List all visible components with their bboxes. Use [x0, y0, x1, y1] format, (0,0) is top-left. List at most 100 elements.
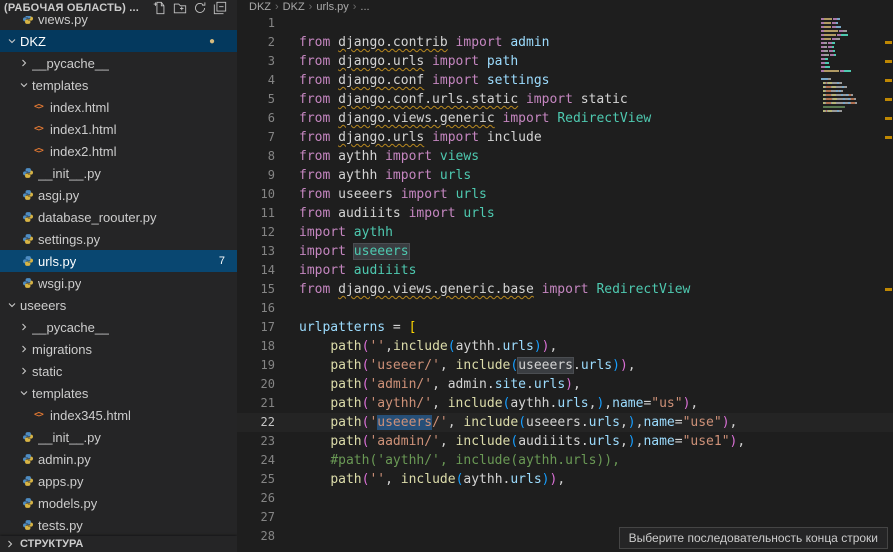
code-line-4[interactable]: 4from django.conf import settings	[237, 71, 893, 90]
tree-item-settings-py[interactable]: settings.py	[0, 228, 237, 250]
warning-mark	[885, 41, 892, 44]
collapse-all-icon[interactable]	[213, 1, 227, 15]
line-content: path('',include(aythh.urls)),	[275, 337, 557, 356]
code-line-21[interactable]: 21 path('aythh/', include(aythh.urls,),n…	[237, 394, 893, 413]
breadcrumb-item[interactable]: DKZ	[249, 1, 271, 13]
line-content: from django.views.generic import Redirec…	[275, 109, 651, 128]
chevron-right-icon	[18, 365, 32, 377]
tree-item-label: __init__.py	[38, 430, 101, 445]
tree-item-urls-py[interactable]: urls.py7	[0, 250, 237, 272]
code-line-10[interactable]: 10from useeers import urls	[237, 185, 893, 204]
tree-item-static[interactable]: static	[0, 360, 237, 382]
code-line-11[interactable]: 11from audiiits import urls	[237, 204, 893, 223]
code-line-1[interactable]: 1	[237, 14, 893, 33]
refresh-icon[interactable]	[193, 1, 207, 15]
tree-item-label: apps.py	[38, 474, 84, 489]
tree-item-label: asgi.py	[38, 188, 79, 203]
tree-item-wsgi-py[interactable]: wsgi.py	[0, 272, 237, 294]
breadcrumb-separator: ›	[353, 1, 357, 13]
vscode-window: (РАБОЧАЯ ОБЛАСТЬ) ... views.pyDKZ●__pyca…	[0, 0, 893, 552]
chevron-right-icon	[18, 57, 32, 69]
new-folder-icon[interactable]	[173, 1, 187, 15]
tree-item--init-py[interactable]: __init__.py	[0, 426, 237, 448]
tree-item-label: settings.py	[38, 232, 100, 247]
line-number: 17	[237, 318, 275, 337]
line-content	[275, 527, 299, 546]
breadcrumb-item[interactable]: ...	[360, 1, 369, 13]
line-number: 27	[237, 508, 275, 527]
chevron-down-icon	[6, 299, 20, 311]
tree-item-index-html[interactable]: <>index.html	[0, 96, 237, 118]
code-line-15[interactable]: 15from django.views.generic.base import …	[237, 280, 893, 299]
code-line-26[interactable]: 26	[237, 489, 893, 508]
minimap[interactable]	[821, 14, 879, 126]
html-file-icon: <>	[34, 102, 50, 112]
code-line-2[interactable]: 2from django.contrib import admin	[237, 33, 893, 52]
line-number: 26	[237, 489, 275, 508]
line-content: from django.conf import settings	[275, 71, 549, 90]
line-content: path('useeer/', include(useeers.urls)),	[275, 356, 636, 375]
tree-item-templates[interactable]: templates	[0, 382, 237, 404]
code-line-20[interactable]: 20 path('admin/', admin.site.urls),	[237, 375, 893, 394]
tree-item-index2-html[interactable]: <>index2.html	[0, 140, 237, 162]
warning-mark	[885, 117, 892, 120]
code-line-27[interactable]: 27	[237, 508, 893, 527]
line-content: import audiiits	[275, 261, 416, 280]
tree-item--init-py[interactable]: __init__.py	[0, 162, 237, 184]
code-line-25[interactable]: 25 path('', include(aythh.urls)),	[237, 470, 893, 489]
tree-item-useeers[interactable]: useeers	[0, 294, 237, 316]
python-file-icon	[22, 519, 38, 531]
code-line-13[interactable]: 13import useeers	[237, 242, 893, 261]
code-line-12[interactable]: 12import aythh	[237, 223, 893, 242]
line-content: urlpatterns = [	[275, 318, 416, 337]
code-line-17[interactable]: 17urlpatterns = [	[237, 318, 893, 337]
code-line-23[interactable]: 23 path('aadmin/', include(audiiits.urls…	[237, 432, 893, 451]
warning-mark	[885, 60, 892, 63]
tree-item--pycache-[interactable]: __pycache__	[0, 316, 237, 338]
code-line-14[interactable]: 14import audiiits	[237, 261, 893, 280]
tree-item-label: useeers	[20, 298, 66, 313]
code-line-9[interactable]: 9from aythh import urls	[237, 166, 893, 185]
overview-ruler[interactable]	[881, 0, 893, 552]
tree-item-apps-py[interactable]: apps.py	[0, 470, 237, 492]
breadcrumb-item[interactable]: urls.py	[316, 1, 348, 13]
outline-section-header[interactable]: СТРУКТУРА	[0, 536, 237, 552]
workspace-title: (РАБОЧАЯ ОБЛАСТЬ) ...	[4, 2, 153, 14]
tree-item-database-roouter-py[interactable]: database_roouter.py	[0, 206, 237, 228]
code-line-7[interactable]: 7from django.urls import include	[237, 128, 893, 147]
code-line-18[interactable]: 18 path('',include(aythh.urls)),	[237, 337, 893, 356]
line-content: from aythh import views	[275, 147, 479, 166]
python-file-icon	[22, 277, 38, 289]
line-number: 5	[237, 90, 275, 109]
tree-item-migrations[interactable]: migrations	[0, 338, 237, 360]
code-view[interactable]: 12from django.contrib import admin3from …	[237, 14, 893, 552]
breadcrumb: DKZ›DKZ›urls.py›...	[237, 0, 893, 14]
tree-item-templates[interactable]: templates	[0, 74, 237, 96]
tree-item-label: templates	[32, 386, 88, 401]
line-number: 12	[237, 223, 275, 242]
tree-item-index1-html[interactable]: <>index1.html	[0, 118, 237, 140]
code-line-19[interactable]: 19 path('useeer/', include(useeers.urls)…	[237, 356, 893, 375]
code-line-16[interactable]: 16	[237, 299, 893, 318]
tree-item-models-py[interactable]: models.py	[0, 492, 237, 514]
tree-item-label: __init__.py	[38, 166, 101, 181]
code-line-22[interactable]: 22 path('useeers/', include(useeers.urls…	[237, 413, 893, 432]
tree-item-label: static	[32, 364, 62, 379]
tree-item--pycache-[interactable]: __pycache__	[0, 52, 237, 74]
chevron-right-icon	[4, 538, 16, 550]
code-line-24[interactable]: 24 #path('aythh/', include(aythh.urls)),	[237, 451, 893, 470]
chevron-right-icon	[18, 321, 32, 333]
breadcrumb-item[interactable]: DKZ	[283, 1, 305, 13]
tree-item-tests-py[interactable]: tests.py	[0, 514, 237, 536]
code-line-3[interactable]: 3from django.urls import path	[237, 52, 893, 71]
tree-item-dkz[interactable]: DKZ●	[0, 30, 237, 52]
tree-item-asgi-py[interactable]: asgi.py	[0, 184, 237, 206]
tree-item-index345-html[interactable]: <>index345.html	[0, 404, 237, 426]
tree-item-admin-py[interactable]: admin.py	[0, 448, 237, 470]
tree-item-label: migrations	[32, 342, 92, 357]
code-line-8[interactable]: 8from aythh import views	[237, 147, 893, 166]
code-line-5[interactable]: 5from django.conf.urls.static import sta…	[237, 90, 893, 109]
new-file-icon[interactable]	[153, 1, 167, 15]
code-line-6[interactable]: 6from django.views.generic import Redire…	[237, 109, 893, 128]
file-tree: views.pyDKZ●__pycache__templates<>index.…	[0, 0, 237, 536]
